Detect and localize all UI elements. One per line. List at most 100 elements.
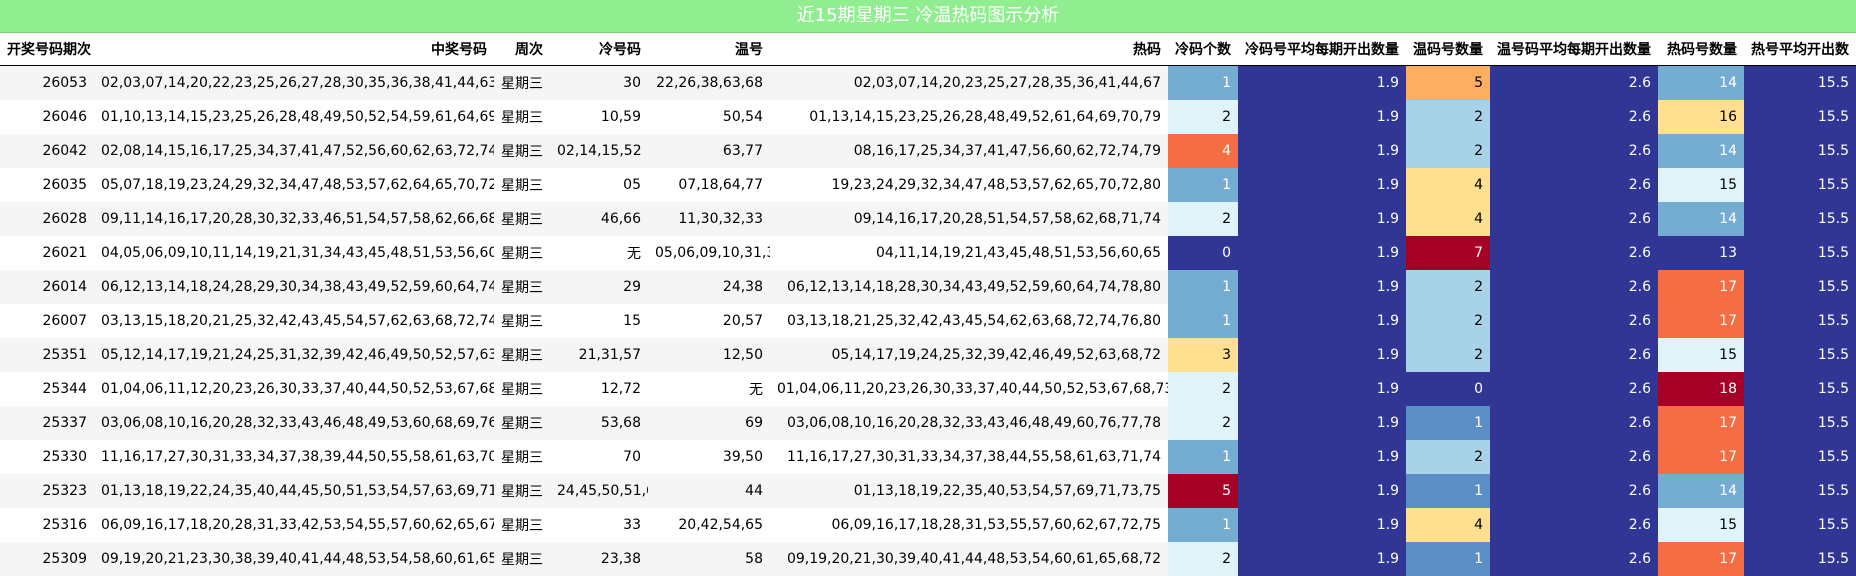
header-row: 开奖号码期次 中奖号码 周次 冷号码 温号 热码 冷码个数 冷码号平均每期开出数… bbox=[0, 33, 1856, 66]
table-row[interactable]: 25316 06,09,16,17,18,20,28,31,33,42,53,54… bbox=[0, 508, 1856, 542]
cell-numbers: 02,03,07,14,20,22,23,25,26,27,28,30,35,3… bbox=[94, 65, 494, 100]
cell-week: 星期三 bbox=[494, 100, 550, 134]
cell-cold-avg: 1.9 bbox=[1238, 474, 1406, 508]
col-header-cold-count[interactable]: 冷码个数 bbox=[1168, 33, 1238, 66]
col-header-hot-count[interactable]: 热码号数量 bbox=[1658, 33, 1744, 66]
cell-period: 25323 bbox=[0, 474, 94, 508]
cell-cold-avg: 1.9 bbox=[1238, 440, 1406, 474]
table-row[interactable]: 26028 09,11,14,16,17,20,28,30,32,33,46,51… bbox=[0, 202, 1856, 236]
cell-warm-count: 2 bbox=[1406, 304, 1490, 338]
cell-warm-avg: 2.6 bbox=[1490, 236, 1658, 270]
cell-hot: 02,03,07,14,20,23,25,27,28,35,36,41,44,6… bbox=[770, 65, 1168, 100]
cell-period: 26042 bbox=[0, 134, 94, 168]
cell-hot-count: 18 bbox=[1658, 372, 1744, 406]
table-row[interactable]: 25309 09,19,20,21,23,30,38,39,40,41,44,48… bbox=[0, 542, 1856, 576]
cell-hot-count: 14 bbox=[1658, 202, 1744, 236]
table-row[interactable]: 26007 03,13,15,18,20,21,25,32,42,43,45,54… bbox=[0, 304, 1856, 338]
cell-warm-count: 5 bbox=[1406, 65, 1490, 100]
cell-hot: 08,16,17,25,34,37,41,47,56,60,62,72,74,7… bbox=[770, 134, 1168, 168]
cell-warm: 63,77 bbox=[648, 134, 770, 168]
cell-warm-avg: 2.6 bbox=[1490, 508, 1658, 542]
cell-week: 星期三 bbox=[494, 508, 550, 542]
cell-hot-avg: 15.5 bbox=[1744, 270, 1856, 304]
table-row[interactable]: 26035 05,07,18,19,23,24,29,32,34,47,48,53… bbox=[0, 168, 1856, 202]
cell-hot-count: 15 bbox=[1658, 508, 1744, 542]
col-header-warm[interactable]: 温号 bbox=[648, 33, 770, 66]
cell-warm: 20,57 bbox=[648, 304, 770, 338]
cell-hot-avg: 15.5 bbox=[1744, 338, 1856, 372]
table-row[interactable]: 25351 05,12,14,17,19,21,24,25,31,32,39,42… bbox=[0, 338, 1856, 372]
cell-cold-count: 2 bbox=[1168, 542, 1238, 576]
cell-week: 星期三 bbox=[494, 440, 550, 474]
cell-period: 26053 bbox=[0, 65, 94, 100]
cell-hot-count: 17 bbox=[1658, 270, 1744, 304]
cell-cold: 02,14,15,52 bbox=[550, 134, 648, 168]
cell-warm-avg: 2.6 bbox=[1490, 65, 1658, 100]
cell-cold: 10,59 bbox=[550, 100, 648, 134]
cell-warm-avg: 2.6 bbox=[1490, 474, 1658, 508]
cell-numbers: 03,06,08,10,16,20,28,32,33,43,46,48,49,5… bbox=[94, 406, 494, 440]
cell-hot-count: 14 bbox=[1658, 474, 1744, 508]
cell-hot: 19,23,24,29,32,34,47,48,53,57,62,65,70,7… bbox=[770, 168, 1168, 202]
cell-week: 星期三 bbox=[494, 474, 550, 508]
cell-numbers: 09,11,14,16,17,20,28,30,32,33,46,51,54,5… bbox=[94, 202, 494, 236]
cell-warm-count: 7 bbox=[1406, 236, 1490, 270]
cell-warm: 58 bbox=[648, 542, 770, 576]
cell-cold-avg: 1.9 bbox=[1238, 202, 1406, 236]
cell-warm-avg: 2.6 bbox=[1490, 338, 1658, 372]
cell-cold: 24,45,50,51,63 bbox=[550, 474, 648, 508]
cell-warm-count: 1 bbox=[1406, 542, 1490, 576]
cell-cold: 33 bbox=[550, 508, 648, 542]
cell-week: 星期三 bbox=[494, 372, 550, 406]
col-header-warm-count[interactable]: 温码号数量 bbox=[1406, 33, 1490, 66]
table-row[interactable]: 26021 04,05,06,09,10,11,14,19,21,31,34,43… bbox=[0, 236, 1856, 270]
cell-warm-count: 2 bbox=[1406, 440, 1490, 474]
cell-week: 星期三 bbox=[494, 270, 550, 304]
table-row[interactable]: 25323 01,13,18,19,22,24,35,40,44,45,50,51… bbox=[0, 474, 1856, 508]
table-row[interactable]: 25337 03,06,08,10,16,20,28,32,33,43,46,48… bbox=[0, 406, 1856, 440]
cell-warm-count: 2 bbox=[1406, 270, 1490, 304]
cell-period: 25344 bbox=[0, 372, 94, 406]
cell-cold-avg: 1.9 bbox=[1238, 100, 1406, 134]
cell-warm: 20,42,54,65 bbox=[648, 508, 770, 542]
col-header-numbers[interactable]: 中奖号码 bbox=[94, 33, 494, 66]
table-row[interactable]: 26014 06,12,13,14,18,24,28,29,30,34,38,43… bbox=[0, 270, 1856, 304]
cell-cold: 21,31,57 bbox=[550, 338, 648, 372]
cell-cold: 无 bbox=[550, 236, 648, 270]
table-row[interactable]: 25344 01,04,06,11,12,20,23,26,30,33,37,40… bbox=[0, 372, 1856, 406]
cell-hot-count: 15 bbox=[1658, 338, 1744, 372]
cell-cold-count: 0 bbox=[1168, 236, 1238, 270]
table-row[interactable]: 26042 02,08,14,15,16,17,25,34,37,41,47,52… bbox=[0, 134, 1856, 168]
cell-warm-count: 1 bbox=[1406, 474, 1490, 508]
table-row[interactable]: 26053 02,03,07,14,20,22,23,25,26,27,28,30… bbox=[0, 65, 1856, 100]
col-header-period[interactable]: 开奖号码期次 bbox=[0, 33, 94, 66]
col-header-cold-avg[interactable]: 冷码号平均每期开出数量 bbox=[1238, 33, 1406, 66]
cell-warm: 11,30,32,33 bbox=[648, 202, 770, 236]
cell-warm-avg: 2.6 bbox=[1490, 440, 1658, 474]
cell-week: 星期三 bbox=[494, 304, 550, 338]
cell-warm-count: 2 bbox=[1406, 100, 1490, 134]
cell-week: 星期三 bbox=[494, 338, 550, 372]
cell-warm-count: 4 bbox=[1406, 508, 1490, 542]
cell-numbers: 01,13,18,19,22,24,35,40,44,45,50,51,53,5… bbox=[94, 474, 494, 508]
table-row[interactable]: 25330 11,16,17,27,30,31,33,34,37,38,39,44… bbox=[0, 440, 1856, 474]
cell-hot-avg: 15.5 bbox=[1744, 474, 1856, 508]
cell-hot-count: 17 bbox=[1658, 440, 1744, 474]
cell-period: 25316 bbox=[0, 508, 94, 542]
cell-period: 26021 bbox=[0, 236, 94, 270]
cell-warm-avg: 2.6 bbox=[1490, 304, 1658, 338]
cell-cold: 70 bbox=[550, 440, 648, 474]
col-header-week[interactable]: 周次 bbox=[494, 33, 550, 66]
cell-hot-count: 13 bbox=[1658, 236, 1744, 270]
cell-week: 星期三 bbox=[494, 406, 550, 440]
cell-numbers: 01,10,13,14,15,23,25,26,28,48,49,50,52,5… bbox=[94, 100, 494, 134]
cell-cold-avg: 1.9 bbox=[1238, 168, 1406, 202]
cell-cold-avg: 1.9 bbox=[1238, 406, 1406, 440]
col-header-hot[interactable]: 热码 bbox=[770, 33, 1168, 66]
col-header-hot-avg[interactable]: 热号平均开出数 bbox=[1744, 33, 1856, 66]
cell-cold-count: 3 bbox=[1168, 338, 1238, 372]
cell-hot-avg: 15.5 bbox=[1744, 134, 1856, 168]
table-row[interactable]: 26046 01,10,13,14,15,23,25,26,28,48,49,50… bbox=[0, 100, 1856, 134]
col-header-cold[interactable]: 冷号码 bbox=[550, 33, 648, 66]
col-header-warm-avg[interactable]: 温号码平均每期开出数量 bbox=[1490, 33, 1658, 66]
